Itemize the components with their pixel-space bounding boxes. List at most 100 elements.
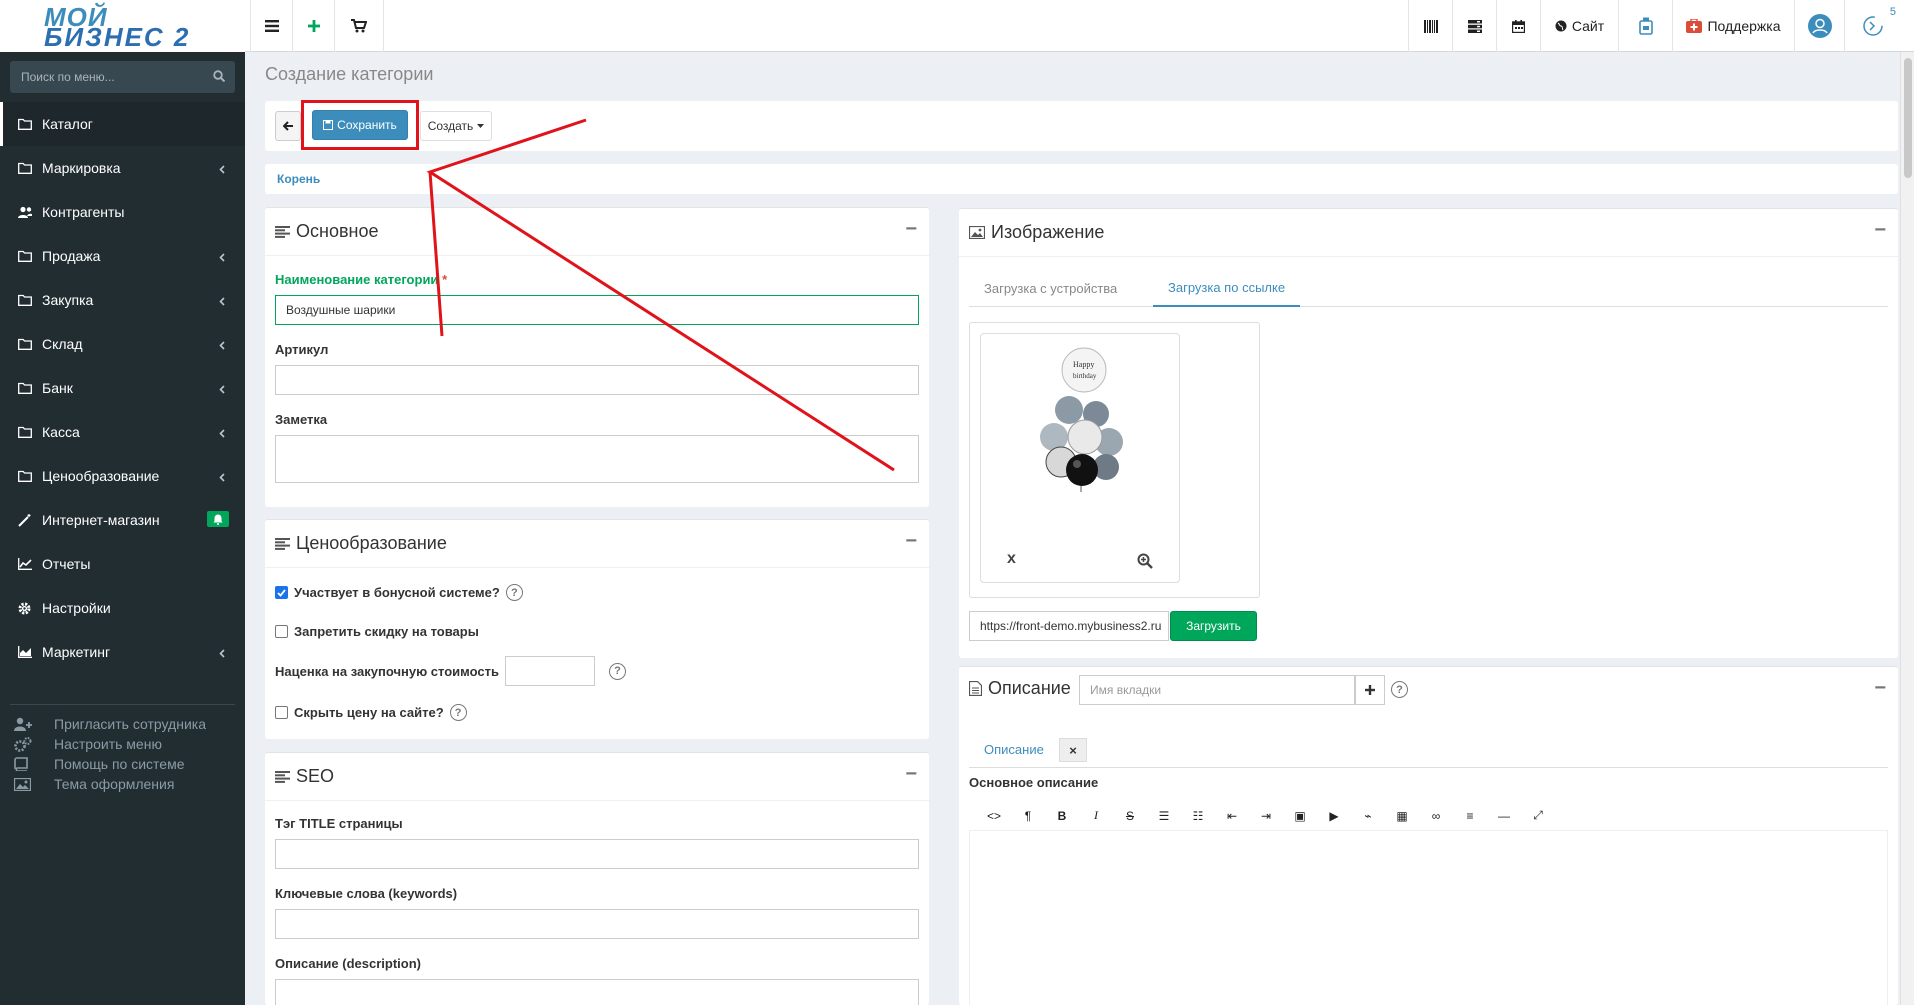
table-icon[interactable]: ▦: [1385, 804, 1419, 828]
search-icon[interactable]: [213, 70, 225, 82]
sidebar-item-5[interactable]: Склад: [0, 322, 245, 366]
tab-name-input[interactable]: Имя вкладки: [1079, 675, 1355, 705]
bonus-checkbox[interactable]: [275, 586, 288, 599]
sidebar-item-1[interactable]: Маркировка: [0, 146, 245, 190]
sidebar-item-10[interactable]: Отчеты: [0, 542, 245, 586]
bulleted-list-icon[interactable]: ☰: [1147, 804, 1181, 828]
bonus-checkbox-row[interactable]: Участвует в бонусной системе? ?: [275, 584, 523, 601]
help-icon[interactable]: ?: [608, 662, 626, 680]
keywords-input[interactable]: [275, 909, 919, 939]
collapse-pricing-button[interactable]: −: [905, 530, 917, 553]
collapse-seo-button[interactable]: −: [905, 763, 917, 786]
save-button[interactable]: Сохранить: [312, 110, 408, 140]
sidebar-toggle-button[interactable]: [250, 0, 292, 52]
numbered-list-icon[interactable]: ☷: [1181, 804, 1215, 828]
hide-price-checkbox[interactable]: [275, 706, 288, 719]
sidebar-extra-item[interactable]: Тема оформления: [14, 774, 239, 794]
image-insert-icon[interactable]: ▣: [1283, 804, 1317, 828]
sidebar-item-4[interactable]: Закупка: [0, 278, 245, 322]
help-icon[interactable]: ?: [449, 704, 467, 721]
sidebar-item-0[interactable]: Каталог: [0, 102, 245, 146]
sidebar-item-6[interactable]: Банк: [0, 366, 245, 410]
add-button[interactable]: [292, 0, 334, 52]
tab-upload-device[interactable]: Загрузка с устройства: [969, 269, 1132, 307]
paragraph-icon[interactable]: ¶: [1011, 804, 1045, 828]
chevron-left-icon: [219, 161, 225, 177]
outdent-icon[interactable]: ⇤: [1215, 804, 1249, 828]
collapse-basic-button[interactable]: −: [905, 218, 917, 241]
indent-icon[interactable]: ⇥: [1249, 804, 1283, 828]
page-scrollbar[interactable]: [1900, 52, 1914, 1005]
sidebar-item-label: Отчеты: [42, 556, 91, 572]
hamburger-icon: [264, 20, 279, 32]
zoom-in-icon[interactable]: [1137, 553, 1153, 569]
barcode-button[interactable]: [1408, 0, 1452, 52]
description-meta-input[interactable]: [275, 979, 919, 1005]
bold-icon[interactable]: B: [1045, 804, 1079, 828]
help-icon[interactable]: ?: [1391, 681, 1408, 698]
collapse-image-button[interactable]: −: [1874, 219, 1886, 242]
collapse-description-button[interactable]: −: [1874, 677, 1886, 700]
logo[interactable]: МОЙ БИЗНЕС 2: [0, 0, 245, 52]
align-icon[interactable]: ≡: [1453, 804, 1487, 828]
support-button[interactable]: Поддержка: [1672, 0, 1794, 52]
delete-image-button[interactable]: x: [1007, 550, 1016, 568]
sidebar-extra-item[interactable]: Настроить меню: [14, 734, 239, 754]
sidebar-item-label: Ценообразование: [42, 468, 160, 484]
barcode-icon: [1423, 19, 1438, 33]
sidebar-item-3[interactable]: Продажа: [0, 234, 245, 278]
sidebar-item-7[interactable]: Касса: [0, 410, 245, 454]
sidebar-item-9[interactable]: Интернет-магазин: [0, 498, 245, 542]
hide-price-checkbox-row[interactable]: Скрыть цену на сайте? ?: [275, 704, 467, 721]
attach-icon[interactable]: ⌁: [1351, 804, 1385, 828]
sidebar-item-label: Банк: [42, 380, 73, 396]
user-profile-button[interactable]: [1794, 0, 1844, 52]
add-tab-button[interactable]: [1355, 675, 1385, 705]
title-tag-input[interactable]: [275, 839, 919, 869]
horizontal-rule-icon[interactable]: —: [1487, 804, 1521, 828]
breadcrumb-root[interactable]: Корень: [277, 172, 320, 186]
italic-icon[interactable]: I: [1079, 804, 1113, 828]
sidebar-item-12[interactable]: Маркетинг: [0, 630, 245, 674]
markup-input[interactable]: [504, 656, 595, 686]
site-link[interactable]: Сайт: [1540, 0, 1618, 52]
cart-button[interactable]: [334, 0, 384, 52]
article-input[interactable]: [275, 365, 919, 395]
server-button[interactable]: [1452, 0, 1496, 52]
editor-content-area[interactable]: [969, 831, 1888, 1005]
notifications-button[interactable]: 5: [1844, 0, 1900, 52]
sidebar-item-11[interactable]: Настройки: [0, 586, 245, 630]
mobile-app-button[interactable]: [1618, 0, 1672, 52]
image-url-input[interactable]: https://front-demo.mybusiness2.ru: [969, 611, 1169, 641]
pricing-title-text: Ценообразование: [296, 533, 447, 553]
sidebar-extra-item[interactable]: Помощь по системе: [14, 754, 239, 774]
upload-button[interactable]: Загрузить: [1170, 611, 1257, 641]
no-discount-checkbox[interactable]: [275, 625, 288, 638]
category-name-input[interactable]: Воздушные шарики: [275, 295, 919, 325]
tab-description[interactable]: Описание: [969, 730, 1059, 768]
tab-upload-link[interactable]: Загрузка по ссылке: [1153, 269, 1301, 307]
sidebar-item-8[interactable]: Ценообразование: [0, 454, 245, 498]
create-dropdown-button[interactable]: Создать: [420, 111, 492, 141]
scrollbar-thumb[interactable]: [1904, 58, 1912, 178]
title-tag-label: Тэг TITLE страницы: [275, 816, 403, 831]
menu-search-input[interactable]: Поиск по меню...: [10, 61, 235, 93]
help-icon[interactable]: ?: [505, 584, 523, 601]
logo-line2: БИЗНЕС 2: [44, 22, 191, 52]
video-insert-icon[interactable]: ▶: [1317, 804, 1351, 828]
calendar-button[interactable]: [1496, 0, 1540, 52]
back-button[interactable]: [275, 111, 301, 141]
phone-icon: [1638, 17, 1653, 35]
link-icon[interactable]: ∞: [1419, 804, 1453, 828]
strikethrough-icon[interactable]: S: [1113, 804, 1147, 828]
sidebar-extra-item[interactable]: Пригласить сотрудника: [14, 714, 239, 734]
sidebar-item-2[interactable]: Контрагенты: [0, 190, 245, 234]
close-tab-button[interactable]: ×: [1059, 738, 1087, 762]
code-view-icon[interactable]: <>: [977, 804, 1011, 828]
fullscreen-icon[interactable]: ⤢: [1521, 804, 1555, 828]
editor-toolbar: <> ¶ B I S ☰ ☷ ⇤ ⇥ ▣ ▶ ⌁ ▦ ∞ ≡ — ⤢: [969, 801, 1888, 831]
no-discount-checkbox-row[interactable]: Запретить скидку на товары: [275, 624, 479, 639]
sidebar-item-label: Настройки: [42, 600, 111, 616]
note-textarea[interactable]: [275, 435, 919, 483]
site-label: Сайт: [1571, 18, 1605, 34]
